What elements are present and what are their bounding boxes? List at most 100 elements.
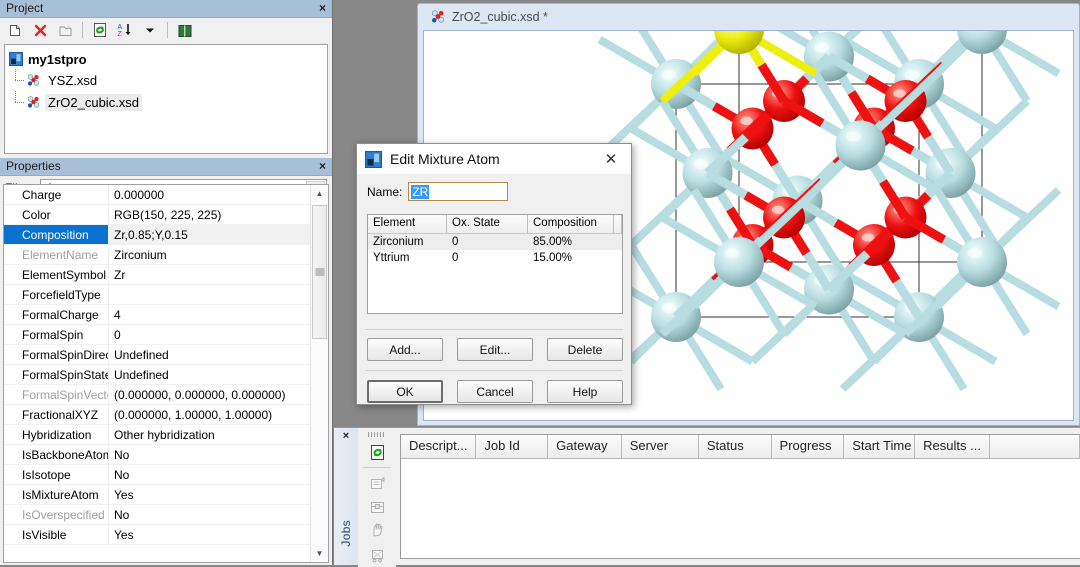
close-icon[interactable]: ✕ bbox=[591, 144, 631, 174]
property-row[interactable]: Hybridization Other hybridization bbox=[4, 425, 310, 445]
property-row[interactable]: IsIsotope No bbox=[4, 465, 310, 485]
refresh-job-icon[interactable] bbox=[364, 440, 390, 464]
property-row[interactable]: FormalSpinState Undefined bbox=[4, 365, 310, 385]
properties-scrollbar[interactable]: ▲ ▼ bbox=[310, 185, 328, 562]
mixture-table-body[interactable]: Zirconium 0 85.00% Yttrium 0 15.00% bbox=[368, 234, 622, 266]
stop-job-icon[interactable] bbox=[364, 519, 390, 543]
open-job-icon[interactable] bbox=[364, 471, 390, 495]
tree-item-zro2[interactable]: ZrO2_cubic.xsd bbox=[9, 91, 327, 113]
cancel-button[interactable]: Cancel bbox=[457, 380, 533, 403]
book-icon[interactable] bbox=[174, 20, 196, 40]
property-row[interactable]: FractionalXYZ (0.000000, 1.00000, 1.00000… bbox=[4, 405, 310, 425]
property-row[interactable]: IsMixtureAtom Yes bbox=[4, 485, 310, 505]
property-row[interactable]: ElementName Zirconium bbox=[4, 245, 310, 265]
property-row[interactable]: Color RGB(150, 225, 225) bbox=[4, 205, 310, 225]
jobs-column-header[interactable]: Gateway bbox=[548, 435, 622, 458]
new-document-icon[interactable] bbox=[4, 20, 26, 40]
jobs-column-header[interactable]: Results ... bbox=[915, 435, 991, 458]
mixture-column-header[interactable]: Ox. State bbox=[447, 215, 528, 233]
help-button[interactable]: Help bbox=[547, 380, 623, 403]
edit-button[interactable]: Edit... bbox=[457, 338, 533, 361]
delete-icon[interactable] bbox=[29, 20, 51, 40]
refresh-icon[interactable] bbox=[89, 20, 111, 40]
new-folder-icon[interactable] bbox=[54, 20, 76, 40]
delete-button[interactable]: Delete bbox=[547, 338, 623, 361]
property-row[interactable]: IsVisible Yes bbox=[4, 525, 310, 545]
name-input-value: ZR bbox=[411, 184, 430, 199]
jobs-column-header[interactable]: Progress bbox=[771, 435, 845, 458]
jobs-column-header[interactable]: Job Id bbox=[476, 435, 549, 458]
jobs-column-header[interactable]: Status bbox=[698, 435, 772, 458]
scroll-down-icon[interactable]: ▼ bbox=[311, 545, 328, 562]
chevron-down-icon[interactable] bbox=[139, 20, 161, 40]
properties-panel: Properties × Filter: Atom Charge0.000000… bbox=[0, 158, 333, 565]
property-row[interactable]: IsBackboneAtom No bbox=[4, 445, 310, 465]
property-name: IsVisible bbox=[4, 525, 109, 544]
tree-item-ysz[interactable]: YSZ.xsd bbox=[9, 69, 327, 91]
property-value[interactable]: 4 bbox=[109, 305, 310, 324]
properties-grid[interactable]: Charge 0.000000 Color RGB(150, 225, 225) Com… bbox=[4, 185, 310, 562]
properties-panel-close-icon[interactable]: × bbox=[319, 158, 326, 175]
atom-zirconium[interactable] bbox=[714, 237, 764, 287]
property-value[interactable]: Yes bbox=[109, 485, 310, 504]
dialog-title-bar[interactable]: Edit Mixture Atom ✕ bbox=[357, 144, 631, 174]
property-value[interactable] bbox=[109, 285, 310, 304]
property-row[interactable]: Charge 0.000000 bbox=[4, 185, 310, 205]
property-value[interactable]: Undefined bbox=[109, 345, 310, 364]
property-value[interactable]: Zr,0.85;Y,0.15 bbox=[109, 225, 310, 244]
property-value[interactable]: (0.000000, 0.000000, 0.000000) bbox=[109, 385, 310, 404]
property-name: FormalCharge bbox=[4, 305, 109, 324]
toolbar-grip[interactable] bbox=[368, 432, 386, 437]
ok-button[interactable]: OK bbox=[367, 380, 443, 403]
jobs-sidebar: × Jobs bbox=[334, 428, 358, 565]
property-row[interactable]: FormalSpin 0 bbox=[4, 325, 310, 345]
jobs-table[interactable]: Descript... Job Id Gateway Server Status Prog… bbox=[400, 434, 1080, 559]
mixture-components-table[interactable]: Element Ox. State Composition Zirconium 0 85… bbox=[367, 214, 623, 314]
property-row[interactable]: FormalSpinDirectionUndefined bbox=[4, 345, 310, 365]
archive-job-icon[interactable] bbox=[364, 495, 390, 519]
jobs-close-icon[interactable]: × bbox=[343, 430, 349, 442]
mixture-column-header[interactable]: Element bbox=[368, 215, 447, 233]
mixture-table-row[interactable]: Yttrium 0 15.00% bbox=[368, 250, 622, 266]
atom-highlight bbox=[814, 42, 830, 53]
scrollbar-thumb[interactable] bbox=[312, 205, 327, 339]
scroll-up-icon[interactable]: ▲ bbox=[311, 185, 328, 202]
property-value[interactable]: Zirconium bbox=[109, 245, 310, 264]
property-row[interactable]: FormalSpinVector (0.000000, 0.000000, 0.0… bbox=[4, 385, 310, 405]
property-row[interactable]: Composition Zr,0.85;Y,0.15 bbox=[4, 225, 310, 245]
mixture-column-header[interactable]: Composition bbox=[528, 215, 614, 233]
property-value[interactable]: Zr bbox=[109, 265, 310, 284]
property-value[interactable]: Other hybridization bbox=[109, 425, 310, 444]
jobs-toolbar bbox=[358, 428, 396, 567]
add-button[interactable]: Add... bbox=[367, 338, 443, 361]
atom-zirconium[interactable] bbox=[835, 120, 886, 171]
mixture-column-header[interactable] bbox=[614, 215, 622, 233]
property-value[interactable]: Undefined bbox=[109, 365, 310, 384]
property-row[interactable]: ElementSymbol Zr bbox=[4, 265, 310, 285]
jobs-column-header[interactable]: Server bbox=[621, 435, 699, 458]
project-panel-close-icon[interactable]: × bbox=[319, 0, 326, 17]
property-row[interactable]: IsOverspecified No bbox=[4, 505, 310, 525]
property-value[interactable]: RGB(150, 225, 225) bbox=[109, 205, 310, 224]
property-row[interactable]: FormalCharge 4 bbox=[4, 305, 310, 325]
tree-root-item[interactable]: my1stpro bbox=[9, 49, 327, 69]
property-row[interactable]: ForcefieldType bbox=[4, 285, 310, 305]
property-value[interactable]: No bbox=[109, 465, 310, 484]
property-value[interactable]: 0 bbox=[109, 325, 310, 344]
property-value[interactable]: No bbox=[109, 445, 310, 464]
viewer-tab[interactable]: ZrO2_cubic.xsd * bbox=[418, 4, 1079, 29]
property-value[interactable]: Yes bbox=[109, 525, 310, 544]
atom-zirconium[interactable] bbox=[957, 237, 1007, 287]
property-value[interactable]: (0.000000, 1.00000, 1.00000) bbox=[109, 405, 310, 424]
jobs-table-body[interactable] bbox=[401, 459, 1080, 558]
property-value[interactable]: No bbox=[109, 505, 310, 524]
property-value[interactable]: 0.000000 bbox=[109, 185, 310, 204]
sort-az-icon[interactable]: A Z bbox=[114, 20, 136, 40]
jobs-column-header[interactable] bbox=[990, 435, 1080, 458]
name-input[interactable]: ZR bbox=[408, 182, 509, 201]
jobs-column-header[interactable]: Descript... bbox=[401, 435, 477, 458]
project-tree[interactable]: my1stpro YSZ.xsd ZrO2_cubic.xsd bbox=[4, 44, 328, 154]
delete-job-icon[interactable] bbox=[364, 543, 390, 567]
jobs-column-header[interactable]: Start Time bbox=[844, 435, 916, 458]
mixture-table-row[interactable]: Zirconium 0 85.00% bbox=[368, 234, 622, 250]
